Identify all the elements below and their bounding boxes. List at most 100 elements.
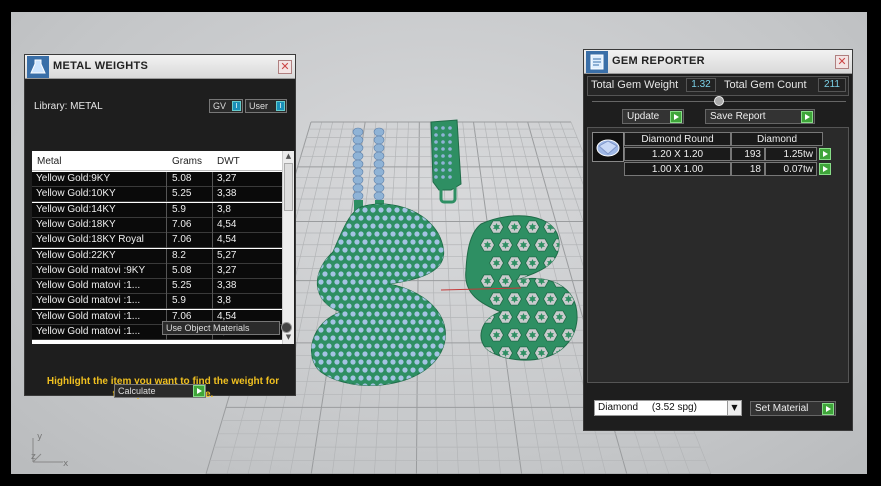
metal-grams: 8.2 xyxy=(172,249,186,261)
gem-size: 1.20 X 1.20 xyxy=(624,147,731,161)
metal-table-row[interactable]: Yellow Gold matovi :1... 5.9 3,8 xyxy=(32,294,282,310)
axis-label-y: y xyxy=(37,432,43,442)
metal-table-row[interactable]: Yellow Gold:10KY 5.25 3,38 xyxy=(32,187,282,203)
metal-table-row[interactable]: Yellow Gold:22KY 8.2 5,27 xyxy=(32,248,282,264)
metal-table-header: Metal Grams DWT xyxy=(32,151,282,171)
total-gem-weight-value: 1.32 xyxy=(686,78,716,92)
column-header-dwt[interactable]: DWT xyxy=(217,156,240,167)
metal-dwt: 5,27 xyxy=(217,249,237,261)
gem-reporter-title: GEM REPORTER xyxy=(612,55,705,67)
gem-count: 193 xyxy=(731,147,765,161)
gem-count: 18 xyxy=(731,162,765,176)
metal-dwt: 4,54 xyxy=(217,234,237,246)
material-select[interactable]: Diamond (3.52 spg) ▼ xyxy=(594,400,742,416)
axis-label-x: x xyxy=(63,459,69,469)
play-icon xyxy=(670,111,682,123)
metal-grams: 5.9 xyxy=(172,295,186,307)
library-label: Library: METAL xyxy=(34,101,103,112)
use-object-materials-field[interactable]: Use Object Materials xyxy=(162,321,280,335)
metal-table-row[interactable]: Yellow Gold:14KY 5.9 3,8 xyxy=(32,202,282,218)
metal-weights-titlebar[interactable]: METAL WEIGHTS ✕ xyxy=(25,55,295,79)
total-gem-count-label: Total Gem Count xyxy=(724,79,807,91)
user-indicator: I xyxy=(276,101,285,111)
radio-button[interactable] xyxy=(281,322,292,333)
metal-dwt: 3,38 xyxy=(217,280,237,292)
splitter-handle[interactable] xyxy=(714,96,724,106)
set-material-button[interactable]: Set Material xyxy=(750,401,836,416)
metal-name: Yellow Gold:14KY xyxy=(36,203,116,215)
use-object-materials-label: Use Object Materials xyxy=(166,323,250,333)
metal-dwt: 3,27 xyxy=(217,264,237,276)
total-gem-count-value: 211 xyxy=(818,78,846,92)
pendant-bail-right xyxy=(430,119,462,204)
metal-dwt: 3,8 xyxy=(217,295,231,307)
metal-grams: 7.06 xyxy=(172,234,192,246)
metal-grams: 5.25 xyxy=(172,280,192,292)
rhino-workspace: y z x METAL WEIGHTS ✕ Library: METAL GV … xyxy=(11,12,867,474)
gem-shape-header: Diamond Round xyxy=(624,132,731,146)
metal-grams: 5.25 xyxy=(172,188,192,200)
metal-name: Yellow Gold:10KY xyxy=(36,188,116,200)
save-report-label: Save Report xyxy=(710,111,766,122)
chevron-down-icon[interactable]: ▼ xyxy=(727,401,741,415)
gv-label: GV xyxy=(213,101,227,111)
metal-name: Yellow Gold matovi :1... xyxy=(36,280,141,292)
save-report-button[interactable]: Save Report xyxy=(705,109,815,124)
gem-size: 1.00 X 1.00 xyxy=(624,162,731,176)
metal-dwt: 4,54 xyxy=(217,218,237,230)
gv-indicator: I xyxy=(232,101,241,111)
metal-table-scrollbar[interactable]: ▲ ▼ xyxy=(282,151,294,344)
calculate-go-button[interactable] xyxy=(193,385,205,397)
scroll-up-icon[interactable]: ▲ xyxy=(283,152,294,162)
metal-dwt: 3,38 xyxy=(217,188,237,200)
diamond-icon xyxy=(596,139,620,157)
metal-table-row[interactable]: Yellow Gold:18KY Royal 7.06 4,54 xyxy=(32,233,282,249)
metal-name: Yellow Gold matovi :9KY xyxy=(36,264,146,276)
metal-table-row[interactable]: Yellow Gold matovi :9KY 5.08 3,27 xyxy=(32,263,282,279)
axis-label-z: z xyxy=(31,452,36,462)
user-toggle[interactable]: User I xyxy=(245,99,287,113)
gem-report-icon xyxy=(586,51,608,73)
metal-weights-title: METAL WEIGHTS xyxy=(53,60,149,72)
metal-dwt: 3,8 xyxy=(217,203,231,215)
star-s-pendant xyxy=(465,215,578,361)
metal-table-row[interactable]: Yellow Gold:18KY 7.06 4,54 xyxy=(32,217,282,233)
metal-name: Yellow Gold matovi :1... xyxy=(36,295,141,307)
pave-s-pendant xyxy=(311,203,446,386)
metal-name: Yellow Gold matovi :1... xyxy=(36,326,141,337)
metal-table-row[interactable]: Yellow Gold:9KY 5.08 3,27 xyxy=(32,172,282,187)
metal-name: Yellow Gold:22KY xyxy=(36,249,116,261)
metal-weights-panel: METAL WEIGHTS ✕ Library: METAL GV I User… xyxy=(24,54,296,400)
diamond-thumbnail xyxy=(592,132,624,162)
metal-table[interactable]: Metal Grams DWT Yellow Gold:9KY 5.08 3,27 Y… xyxy=(32,151,294,344)
column-header-metal[interactable]: Metal xyxy=(37,156,61,167)
gem-reporter-panel: GEM REPORTER ✕ Total Gem Weight 1.32 Tot… xyxy=(583,49,853,431)
play-icon xyxy=(801,111,813,123)
gem-reporter-titlebar[interactable]: GEM REPORTER ✕ xyxy=(584,50,852,74)
gem-row-go-button[interactable] xyxy=(819,163,831,175)
scroll-thumb[interactable] xyxy=(284,163,293,211)
metal-grams: 5.08 xyxy=(172,173,192,184)
metal-table-row[interactable]: Yellow Gold matovi :1... 5.25 3,38 xyxy=(32,279,282,295)
metal-grams: 7.06 xyxy=(172,218,192,230)
update-button[interactable]: Update xyxy=(622,109,684,124)
close-icon[interactable]: ✕ xyxy=(278,60,292,74)
total-gem-weight-label: Total Gem Weight xyxy=(591,79,679,91)
gv-toggle[interactable]: GV I xyxy=(209,99,243,113)
user-label: User xyxy=(249,101,269,111)
metal-name: Yellow Gold:18KY xyxy=(36,218,116,230)
column-header-grams[interactable]: Grams xyxy=(172,156,202,167)
update-label: Update xyxy=(627,111,660,122)
close-icon[interactable]: ✕ xyxy=(835,55,849,69)
set-material-label: Set Material xyxy=(755,403,809,414)
gem-row-go-button[interactable] xyxy=(819,148,831,160)
metal-grams: 5.9 xyxy=(172,203,186,215)
gem-material-header: Diamond xyxy=(731,132,823,146)
material-select-value: Diamond (3.52 spg) xyxy=(598,402,697,413)
scroll-down-icon[interactable]: ▼ xyxy=(283,333,294,343)
gem-weight: 0.07tw xyxy=(765,162,817,176)
metal-dwt: 3,27 xyxy=(217,173,237,184)
gem-weight: 1.25tw xyxy=(765,147,817,161)
metal-grams: 5.08 xyxy=(172,264,192,276)
calculate-option: Calculate xyxy=(118,386,156,396)
